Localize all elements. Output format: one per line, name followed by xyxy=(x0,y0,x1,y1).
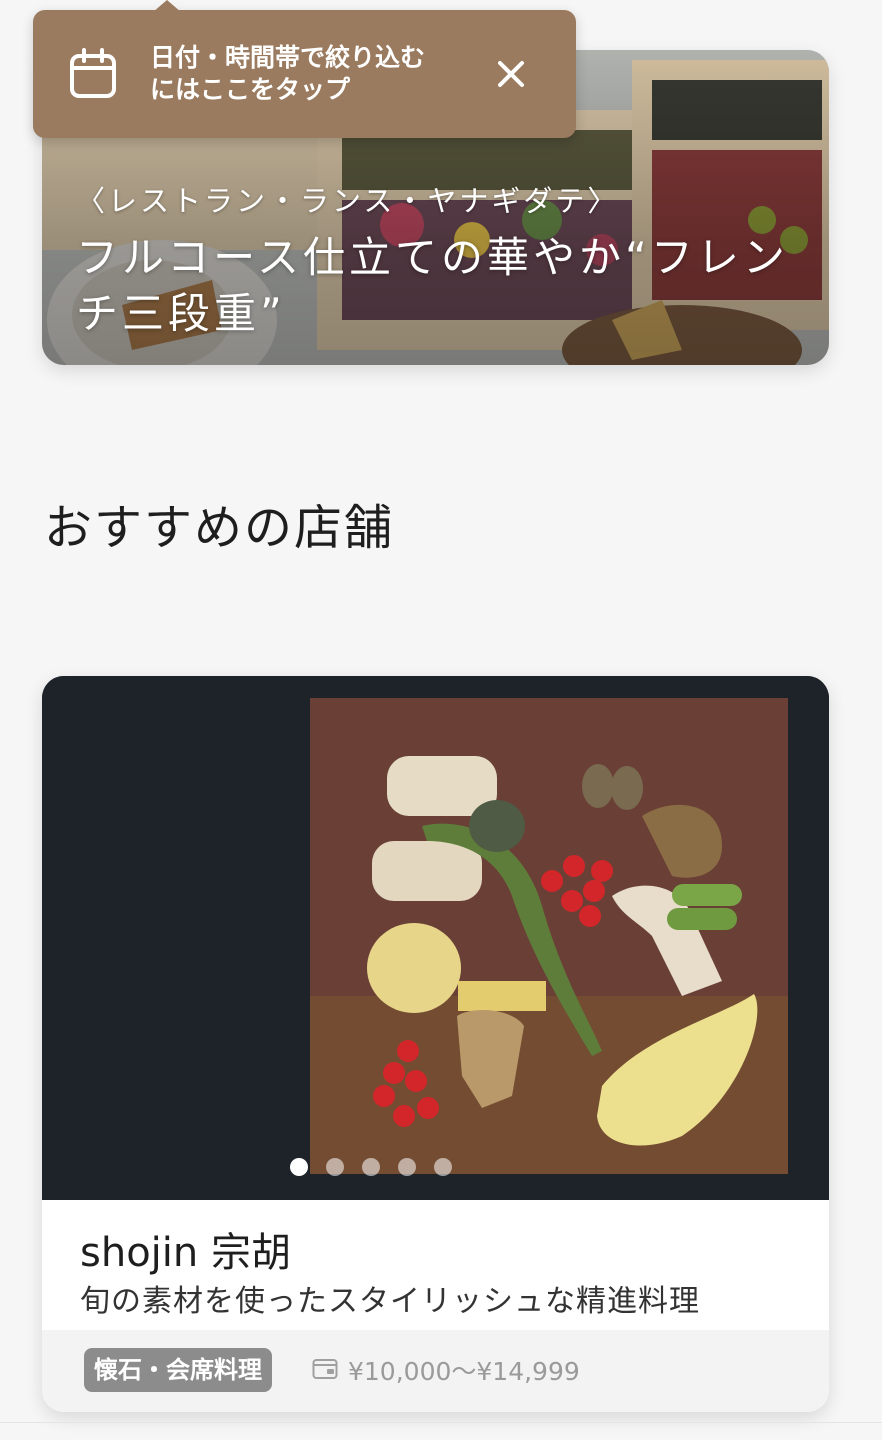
store-meta: 懐石・会席料理 ¥10,000〜¥14,999 xyxy=(42,1330,829,1412)
tooltip-text-line1: 日付・時間帯で絞り込む xyxy=(150,43,426,72)
carousel-dot[interactable] xyxy=(361,1158,380,1176)
carousel-dot[interactable] xyxy=(397,1158,416,1176)
date-filter-tooltip[interactable]: 日付・時間帯で絞り込む にはここをタップ xyxy=(33,0,576,138)
feature-title: フルコース仕立ての華やか“フレンチ三段重” xyxy=(76,233,789,338)
divider xyxy=(0,1422,882,1423)
section-title: おすすめの店舗 xyxy=(44,500,395,556)
price-range: ¥10,000〜¥14,999 xyxy=(348,1357,580,1386)
close-icon xyxy=(498,61,524,87)
store-card[interactable]: shojin 宗胡 旬の素材を使ったスタイリッシュな精進料理 懐石・会席料理 ¥… xyxy=(42,676,829,1412)
carousel-dot[interactable] xyxy=(289,1158,308,1176)
store-photo-image xyxy=(42,676,829,1200)
tooltip-text-line2: にはここをタップ xyxy=(150,75,351,104)
calendar-icon xyxy=(70,48,116,98)
store-photo[interactable] xyxy=(42,676,829,1200)
tooltip-arrow xyxy=(153,0,181,12)
carousel-indicator[interactable] xyxy=(42,1158,829,1176)
carousel-dot[interactable] xyxy=(325,1158,344,1176)
feature-restaurant: 〈レストラン・ランス・ヤナギダテ〉 xyxy=(76,184,620,218)
tooltip-close-button[interactable] xyxy=(491,54,531,94)
store-description: 旬の素材を使ったスタイリッシュな精進料理 xyxy=(80,1284,700,1319)
genre-badge: 懐石・会席料理 xyxy=(84,1348,272,1392)
tooltip-text: 日付・時間帯で絞り込む にはここをタップ xyxy=(150,42,480,106)
carousel-dot[interactable] xyxy=(433,1158,452,1176)
store-name: shojin 宗胡 xyxy=(80,1230,291,1276)
wallet-icon xyxy=(312,1359,338,1379)
